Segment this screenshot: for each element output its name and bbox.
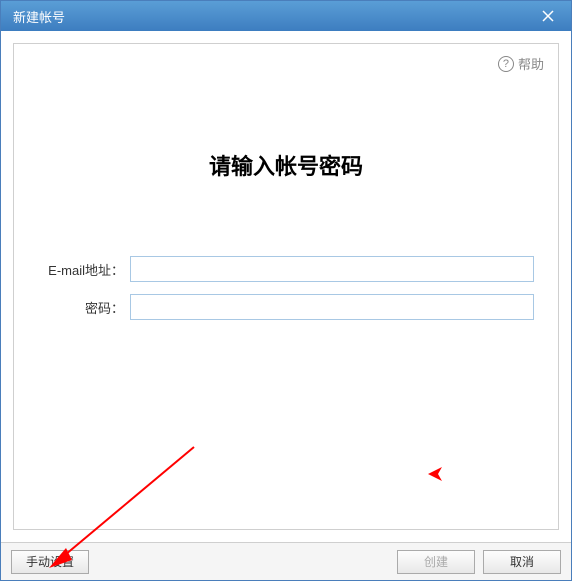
cancel-button[interactable]: 取消 (483, 550, 561, 574)
password-row: 密码： (38, 294, 534, 320)
close-button[interactable] (533, 6, 563, 26)
close-icon (542, 10, 554, 22)
email-label: E-mail地址： (38, 260, 130, 279)
annotation-caret-icon (424, 464, 454, 484)
help-icon: ? (498, 56, 514, 72)
email-field[interactable] (130, 256, 534, 282)
help-link[interactable]: ? 帮助 (498, 54, 544, 73)
window-title: 新建帐号 (13, 7, 65, 26)
password-label: 密码： (38, 298, 130, 317)
button-bar: 手动设置 创建 取消 (1, 542, 571, 580)
help-label: 帮助 (518, 54, 544, 73)
titlebar: 新建帐号 (1, 1, 571, 31)
create-button[interactable]: 创建 (397, 550, 475, 574)
content-area: ? 帮助 请输入帐号密码 E-mail地址： 密码： (1, 31, 571, 542)
page-heading: 请输入帐号密码 (14, 149, 558, 181)
manual-settings-button[interactable]: 手动设置 (11, 550, 89, 574)
password-field[interactable] (130, 294, 534, 320)
new-account-dialog: 新建帐号 ? 帮助 请输入帐号密码 E-mail地址： 密码： (0, 0, 572, 581)
account-form: E-mail地址： 密码： (14, 256, 558, 320)
inner-panel: ? 帮助 请输入帐号密码 E-mail地址： 密码： (13, 43, 559, 530)
email-row: E-mail地址： (38, 256, 534, 282)
